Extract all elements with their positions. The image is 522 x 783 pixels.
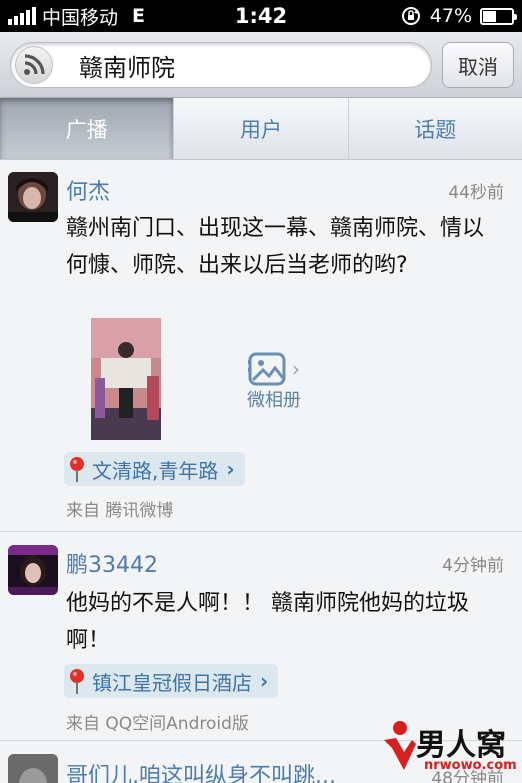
signal-strength-icon: [8, 7, 36, 25]
carrier-name: 中国移动: [42, 6, 119, 29]
network-type: E: [132, 5, 145, 27]
chevron-right-icon: ›: [260, 669, 269, 693]
post-image[interactable]: [91, 318, 161, 440]
result-list: 何杰 44秒前 赣州南门口、出现这一幕、赣南师院、情以何慷、师院、出来以后当老师…: [0, 160, 522, 783]
location-label: 文清路,青年路: [92, 458, 219, 483]
cancel-button[interactable]: 取消: [442, 42, 514, 88]
search-input[interactable]: [79, 51, 409, 79]
search-bar: 取消: [0, 32, 522, 98]
post-time: 4分钟前: [442, 556, 504, 576]
watermark: 男人窝 nrwowo.com: [378, 718, 518, 778]
rotation-lock-icon: [400, 5, 422, 27]
post-author[interactable]: 哥们儿,咱这叫纵身不叫跳...: [66, 758, 336, 783]
avatar[interactable]: [8, 545, 58, 595]
list-item[interactable]: 鹏33442 4分钟前 他妈的不是人啊！！ 赣南师院他妈的垃圾啊！ 镇江皇冠假日…: [0, 533, 522, 741]
album-link[interactable]: › 微相册: [234, 352, 314, 412]
post-text: 赣州南门口、出现这一幕、赣南师院、情以何慷、师院、出来以后当老师的哟?: [66, 216, 485, 278]
battery-percent: 47%: [429, 5, 472, 27]
tab-topics[interactable]: 话题: [349, 98, 522, 159]
tab-broadcast[interactable]: 广播: [0, 98, 175, 159]
chevron-right-icon: ›: [226, 457, 235, 481]
photo-album-icon: ›: [234, 352, 314, 386]
post-text: 他妈的不是人啊！！ 赣南师院他妈的垃圾啊！: [66, 591, 469, 653]
location-label: 镇江皇冠假日酒店: [92, 670, 252, 695]
avatar[interactable]: [8, 754, 58, 783]
post-time: 44秒前: [448, 183, 504, 203]
battery-level-fill: [483, 10, 497, 22]
chevron-right-icon: ›: [292, 357, 300, 381]
location-tag[interactable]: 文清路,青年路 ›: [64, 452, 245, 486]
location-tag[interactable]: 镇江皇冠假日酒店 ›: [64, 664, 279, 698]
status-bar: 中国移动 E 1:42 47%: [0, 0, 522, 32]
location-pin-icon: [68, 668, 86, 694]
tab-users[interactable]: 用户: [174, 98, 349, 159]
avatar[interactable]: [8, 172, 58, 222]
watermark-url: nrwowo.com: [424, 758, 517, 773]
post-author[interactable]: 鹏33442: [66, 547, 158, 579]
post-author[interactable]: 何杰: [66, 174, 110, 206]
post-source: 来自 QQ空间Android版: [66, 714, 249, 734]
list-item[interactable]: 何杰 44秒前 赣州南门口、出现这一幕、赣南师院、情以何慷、师院、出来以后当老师…: [0, 160, 522, 532]
post-source: 来自 腾讯微博: [66, 501, 174, 521]
broadcast-icon[interactable]: [15, 46, 53, 84]
location-pin-icon: [68, 456, 86, 482]
battery-icon: [480, 7, 517, 25]
watermark-logo-icon: [384, 721, 416, 770]
search-field[interactable]: [10, 42, 432, 88]
album-label: 微相册: [247, 390, 301, 411]
search-scope-tabs: 广播 用户 话题: [0, 98, 522, 160]
